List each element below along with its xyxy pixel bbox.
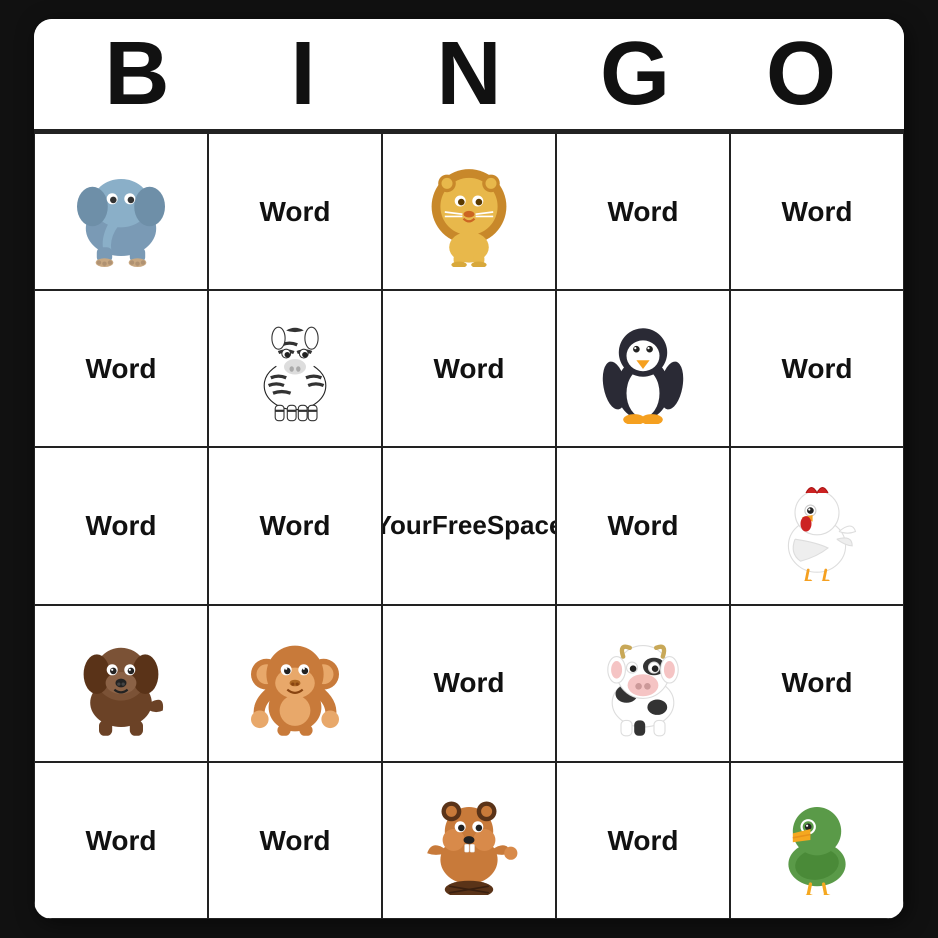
cell-4-4[interactable] bbox=[730, 762, 904, 919]
bingo-grid: Word bbox=[34, 131, 904, 919]
word-cell-2-1[interactable]: Word bbox=[208, 447, 382, 604]
cow-icon bbox=[588, 628, 698, 738]
word-cell-3-4[interactable]: Word bbox=[730, 605, 904, 762]
free-space-text: Your bbox=[382, 510, 432, 541]
letter-n: N bbox=[389, 29, 549, 119]
chicken-icon bbox=[762, 471, 872, 581]
duck-icon bbox=[762, 785, 872, 895]
free-space-text: Free bbox=[432, 510, 487, 541]
cell-2-4[interactable] bbox=[730, 447, 904, 604]
letter-i: I bbox=[223, 29, 383, 119]
beaver-icon bbox=[414, 785, 524, 895]
free-space-text: Space bbox=[487, 510, 556, 541]
bingo-card: B I N G O bbox=[34, 19, 904, 919]
letter-b: B bbox=[57, 29, 217, 119]
cell-2-2[interactable]: YourFreeSpace bbox=[382, 447, 556, 604]
word-cell-1-2[interactable]: Word bbox=[382, 290, 556, 447]
word-cell-4-3[interactable]: Word bbox=[556, 762, 730, 919]
elephant-icon bbox=[66, 157, 176, 267]
penguin-icon bbox=[588, 314, 698, 424]
lion-icon bbox=[414, 157, 524, 267]
word-cell-0-3[interactable]: Word bbox=[556, 133, 730, 290]
monkey-icon bbox=[240, 628, 350, 738]
zebra-icon bbox=[240, 314, 350, 424]
word-cell-2-3[interactable]: Word bbox=[556, 447, 730, 604]
word-cell-1-4[interactable]: Word bbox=[730, 290, 904, 447]
word-cell-0-1[interactable]: Word bbox=[208, 133, 382, 290]
cell-0-2[interactable] bbox=[382, 133, 556, 290]
cell-3-1[interactable] bbox=[208, 605, 382, 762]
dog-icon bbox=[66, 628, 176, 738]
word-cell-0-4[interactable]: Word bbox=[730, 133, 904, 290]
cell-1-1[interactable] bbox=[208, 290, 382, 447]
letter-g: G bbox=[555, 29, 715, 119]
bingo-header: B I N G O bbox=[34, 19, 904, 131]
word-cell-1-0[interactable]: Word bbox=[34, 290, 208, 447]
word-cell-2-0[interactable]: Word bbox=[34, 447, 208, 604]
cell-3-3[interactable] bbox=[556, 605, 730, 762]
cell-0-0[interactable] bbox=[34, 133, 208, 290]
word-cell-4-1[interactable]: Word bbox=[208, 762, 382, 919]
word-cell-4-0[interactable]: Word bbox=[34, 762, 208, 919]
word-cell-3-2[interactable]: Word bbox=[382, 605, 556, 762]
cell-3-0[interactable] bbox=[34, 605, 208, 762]
letter-o: O bbox=[721, 29, 881, 119]
cell-4-2[interactable] bbox=[382, 762, 556, 919]
cell-1-3[interactable] bbox=[556, 290, 730, 447]
